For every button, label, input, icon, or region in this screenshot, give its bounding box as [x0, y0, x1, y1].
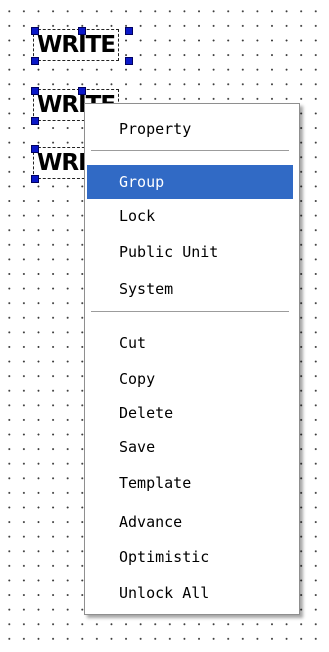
- resize-handle[interactable]: [31, 57, 39, 65]
- menu-item-label: Copy: [119, 370, 156, 388]
- menu-item-label: Public Unit: [119, 243, 219, 261]
- write-part-label: WRITE: [37, 32, 116, 58]
- menu-item-lock[interactable]: Lock: [87, 199, 293, 233]
- resize-handle[interactable]: [31, 87, 39, 95]
- menu-item-label: Delete: [119, 404, 174, 422]
- resize-handle[interactable]: [78, 87, 86, 95]
- resize-handle[interactable]: [31, 145, 39, 153]
- menu-item-label: Save: [119, 438, 156, 456]
- menu-item-label: Optimistic: [119, 548, 210, 566]
- resize-handle[interactable]: [78, 27, 86, 35]
- menu-item-label: Cut: [119, 334, 147, 352]
- resize-handle[interactable]: [31, 27, 39, 35]
- menu-item-copy[interactable]: Copy: [87, 362, 293, 396]
- menu-item-label: Template: [119, 474, 192, 492]
- write-part-1[interactable]: WRITE: [32, 29, 120, 61]
- menu-item-label: System: [119, 280, 174, 298]
- menu-separator: [91, 150, 289, 152]
- menu-item-group[interactable]: Group: [87, 165, 293, 199]
- menu-item-advance[interactable]: Advance: [87, 505, 293, 539]
- menu-item-label: Lock: [119, 207, 156, 225]
- menu-item-label: Property: [119, 120, 192, 138]
- menu-item-label: Advance: [119, 513, 183, 531]
- menu-item-delete[interactable]: Delete: [87, 396, 293, 430]
- menu-item-optimistic[interactable]: Optimistic: [87, 540, 293, 574]
- resize-handle[interactable]: [125, 27, 133, 35]
- menu-item-label: Group: [119, 173, 165, 191]
- menu-item-public-unit[interactable]: Public Unit: [87, 235, 293, 269]
- resize-handle[interactable]: [31, 117, 39, 125]
- menu-item-label: Unlock All: [119, 584, 210, 602]
- resize-handle[interactable]: [31, 175, 39, 183]
- menu-separator: [91, 311, 289, 313]
- menu-item-save[interactable]: Save: [87, 430, 293, 464]
- menu-item-property[interactable]: Property: [87, 112, 293, 146]
- menu-item-system[interactable]: System: [87, 272, 293, 306]
- resize-handle[interactable]: [125, 57, 133, 65]
- context-menu: Property Group Lock Public Unit System C…: [84, 103, 300, 615]
- menu-item-unlock-all[interactable]: Unlock All: [87, 576, 293, 610]
- menu-item-template[interactable]: Template: [87, 466, 293, 500]
- menu-item-cut[interactable]: Cut: [87, 326, 293, 360]
